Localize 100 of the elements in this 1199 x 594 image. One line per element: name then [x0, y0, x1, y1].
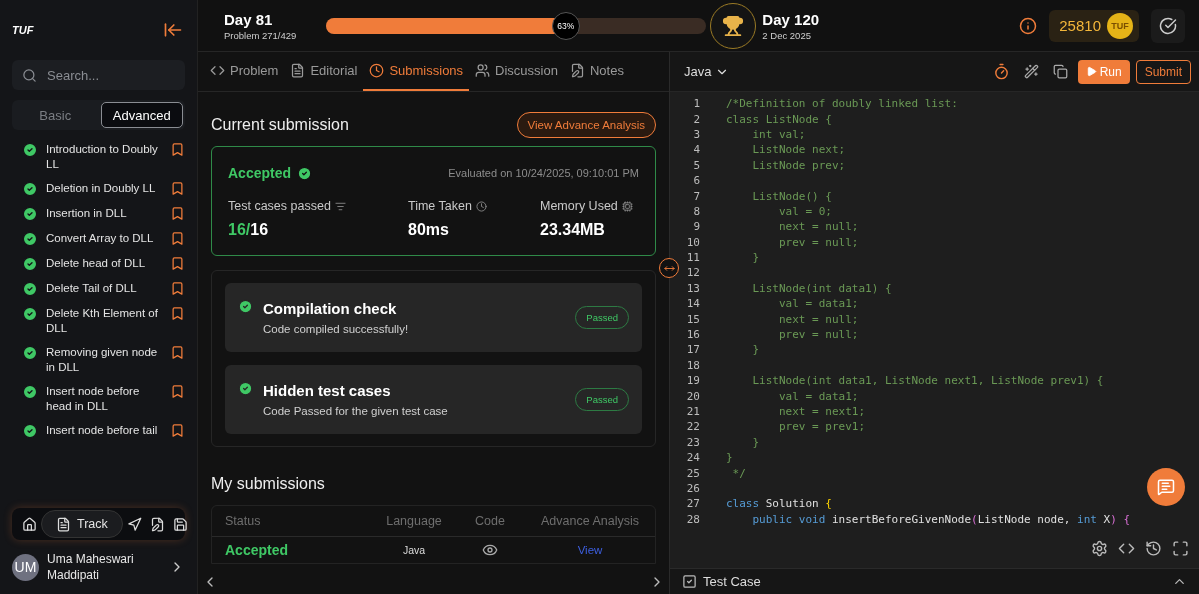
- code-line: public void insertBeforeGivenNode(ListNode node, int X) {: [751, 512, 1130, 526]
- check-title: Compilation check: [263, 300, 398, 317]
- code-line: val = 0;: [777, 204, 832, 218]
- history-icon[interactable]: [1145, 539, 1162, 557]
- list-icon: [334, 200, 346, 212]
- problem-link[interactable]: Delete head of DLL: [46, 256, 162, 271]
- language-dropdown[interactable]: Java: [678, 63, 736, 80]
- search-input[interactable]: Search...: [45, 60, 175, 90]
- problem-link[interactable]: Delete Kth Element of DLL: [46, 306, 162, 336]
- line-number: 6: [692, 174, 700, 188]
- problem-count: Problem 271/429: [224, 29, 297, 41]
- note-icon: [1157, 478, 1175, 496]
- timer-icon[interactable]: [992, 63, 1010, 80]
- collapse-icon[interactable]: [163, 20, 183, 40]
- bookmark-icon[interactable]: [170, 142, 185, 157]
- code-line: next = null;: [777, 312, 859, 326]
- wand-icon[interactable]: [1023, 64, 1039, 79]
- panel-tab[interactable]: Notes: [563, 52, 630, 91]
- trophy-icon: [722, 14, 745, 37]
- submit-button[interactable]: Submit: [1135, 59, 1191, 84]
- track-button[interactable]: Track: [41, 510, 123, 538]
- bookmark-icon[interactable]: [170, 384, 185, 399]
- status-text: Accepted: [228, 165, 292, 181]
- bookmark-icon[interactable]: [170, 281, 185, 296]
- line-number: 2: [692, 112, 700, 126]
- start-day: Day 81: [224, 10, 297, 28]
- analysis-button[interactable]: View Advance Analysis: [516, 112, 656, 138]
- stat-value: 23.34MB: [540, 221, 606, 239]
- line-number: 13: [685, 281, 700, 295]
- line-number: 22: [685, 420, 700, 434]
- panel-tab[interactable]: Submissions: [363, 52, 470, 91]
- evaluated-time: Evaluated on 10/24/2025, 09:10:01 PM: [448, 167, 639, 179]
- clock-icon: [369, 63, 385, 78]
- problem-link[interactable]: Removing given node in DLL: [46, 345, 162, 375]
- fullscreen-icon[interactable]: [1172, 539, 1189, 557]
- section-title: My submissions: [211, 475, 325, 493]
- file-pen-icon: [569, 63, 585, 78]
- check-description: Code compiled successfully!: [263, 323, 410, 335]
- copy-icon[interactable]: [1052, 64, 1068, 79]
- line-number: 8: [692, 204, 700, 218]
- code-line: ListNode prev;: [751, 158, 846, 172]
- bookmark-icon[interactable]: [170, 206, 185, 221]
- search-icon: [22, 67, 37, 83]
- problem-link[interactable]: Deletion in Doubly LL: [46, 181, 162, 196]
- column-header: Code: [474, 514, 506, 528]
- line-number: 17: [685, 343, 700, 357]
- problem-link[interactable]: Convert Array to DLL: [46, 231, 162, 246]
- line-number: 20: [685, 389, 700, 403]
- level-tab[interactable]: Basic: [14, 102, 97, 128]
- bookmark-icon[interactable]: [170, 256, 185, 271]
- bookmark-icon[interactable]: [170, 181, 185, 196]
- line-number: 25: [685, 466, 700, 480]
- line-number: 4: [692, 143, 700, 157]
- coin-icon: TUF: [1107, 12, 1133, 39]
- complete-button[interactable]: [1151, 8, 1185, 43]
- line-number: 19: [685, 374, 700, 388]
- column-header: Status: [225, 514, 262, 528]
- line-number: 3: [692, 127, 700, 141]
- panel-tab[interactable]: Discussion: [469, 52, 564, 91]
- line-number: 1: [692, 97, 700, 111]
- save-icon: [172, 516, 188, 532]
- code-line: ListNode() {: [751, 189, 832, 203]
- percent-badge: 63%: [551, 11, 580, 40]
- code-line: prev = null;: [777, 235, 859, 249]
- line-number: 24: [685, 451, 700, 465]
- bookmark-icon[interactable]: [170, 231, 185, 246]
- panel-tab[interactable]: Problem: [204, 52, 285, 91]
- line-number: 7: [692, 189, 700, 203]
- language-cell-text: Java: [401, 544, 427, 556]
- line-number: 26: [685, 481, 700, 495]
- bookmark-icon[interactable]: [170, 423, 185, 438]
- problem-link[interactable]: Introduction to Doubly LL: [46, 142, 162, 172]
- notes-button[interactable]: [1147, 468, 1185, 506]
- resize-handle[interactable]: [659, 258, 679, 278]
- code-line: */: [731, 466, 746, 480]
- bookmark-icon[interactable]: [170, 345, 185, 360]
- line-number: 5: [692, 158, 700, 172]
- code-line: val = data1;: [777, 297, 859, 311]
- bookmark-icon[interactable]: [170, 306, 185, 321]
- problem-link[interactable]: Delete Tail of DLL: [46, 281, 162, 296]
- view-link[interactable]: View: [577, 544, 603, 556]
- settings-icon[interactable]: [1091, 539, 1108, 557]
- code-line: int val;: [751, 127, 806, 141]
- level-tab[interactable]: Advanced: [100, 102, 183, 128]
- panel-tab[interactable]: Editorial: [284, 52, 364, 91]
- code-line: class Solution {: [726, 497, 832, 511]
- stat-label: Memory Used: [540, 199, 618, 213]
- info-icon[interactable]: [1019, 16, 1038, 35]
- code-line: ListNode(int data1, ListNode next1, ListNode prev1) {: [751, 374, 1104, 388]
- problem-link[interactable]: Insertion in DLL: [46, 206, 162, 221]
- user-name: Uma Maheswari Maddipati: [47, 551, 135, 583]
- file-pen-icon: [149, 516, 165, 532]
- search-field[interactable]: Search...: [12, 60, 185, 90]
- code-line: next = next1;: [777, 405, 866, 418]
- problem-link[interactable]: Insert node before head in DLL: [46, 384, 162, 414]
- eye-icon[interactable]: [482, 542, 498, 558]
- section-title: Current submission: [211, 116, 349, 134]
- line-number: 21: [685, 405, 700, 418]
- line-number: 27: [685, 497, 700, 511]
- problem-link[interactable]: Insert node before tail: [46, 423, 162, 438]
